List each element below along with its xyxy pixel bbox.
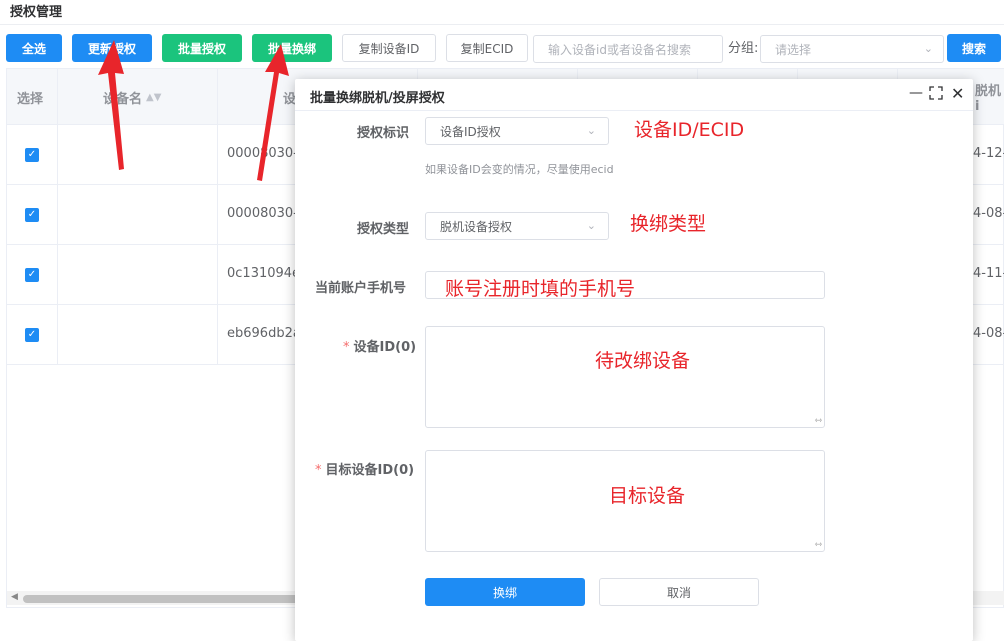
chevron-down-icon: ⌄ bbox=[923, 42, 933, 55]
target-ids-label: * 目标设备ID(0) bbox=[315, 459, 414, 478]
column-header-select: 选择 bbox=[17, 91, 44, 107]
phone-label: 当前账户手机号 bbox=[315, 281, 407, 296]
page-title: 授权管理 bbox=[10, 5, 63, 20]
scrollbar-thumb[interactable] bbox=[23, 595, 323, 603]
cancel-button[interactable]: 取消 bbox=[599, 578, 759, 606]
minimize-icon[interactable]: — bbox=[909, 85, 923, 101]
group-select-placeholder: 请选择 bbox=[775, 42, 812, 57]
device-ids-label: * 设备ID(0) bbox=[343, 336, 416, 355]
dialog-header: 批量换绑脱机/投屏授权 — ✕ bbox=[295, 79, 973, 111]
auth-id-hint: 如果设备ID会变的情况，尽量使用ecid bbox=[425, 163, 614, 176]
row-checkbox[interactable]: ✓ bbox=[25, 328, 39, 342]
auth-management-page: 授权管理 全选 更新授权 批量授权 批量换绑 复制设备ID 复制ECID 输入设… bbox=[0, 0, 1004, 641]
auth-type-annotation: 换绑类型 bbox=[630, 213, 707, 235]
column-header-device-name-label: 设备名 bbox=[103, 91, 143, 107]
batch-auth-button[interactable]: 批量授权 bbox=[162, 34, 242, 62]
title-divider bbox=[0, 24, 1004, 25]
row-checkbox[interactable]: ✓ bbox=[25, 268, 39, 282]
device-id-cell: 00008030- bbox=[227, 146, 297, 161]
group-select[interactable]: 请选择 ⌄ bbox=[760, 35, 944, 63]
phone-annotation: 账号注册时填的手机号 bbox=[445, 278, 636, 300]
auth-type-value: 脱机设备授权 bbox=[440, 219, 513, 234]
date-cell: 4-12- bbox=[973, 146, 1004, 161]
auth-type-select[interactable]: 脱机设备授权 ⌄ bbox=[425, 212, 609, 240]
device-ids-annotation: 待改绑设备 bbox=[595, 350, 691, 372]
auth-id-select[interactable]: 设备ID授权 ⌄ bbox=[425, 117, 609, 145]
column-header-device-name[interactable]: 设备名 ▲▼ bbox=[103, 69, 161, 125]
device-ids-label-text: 设备ID(0) bbox=[353, 340, 417, 355]
close-icon[interactable]: ✕ bbox=[951, 84, 964, 103]
copy-ecid-button[interactable]: 复制ECID bbox=[446, 34, 528, 62]
search-input[interactable]: 输入设备id或者设备名搜索 bbox=[533, 35, 723, 63]
device-id-cell: 0c131094e bbox=[227, 266, 297, 281]
device-id-cell: eb696db2a bbox=[227, 326, 297, 341]
target-ids-label-text: 目标设备ID(0) bbox=[325, 463, 415, 478]
auth-type-label: 授权类型 bbox=[357, 222, 410, 237]
scroll-left-icon[interactable]: ◀ bbox=[11, 592, 18, 602]
toolbar: 全选 更新授权 批量授权 批量换绑 复制设备ID 复制ECID 输入设备id或者… bbox=[0, 34, 1004, 64]
chevron-down-icon: ⌄ bbox=[586, 124, 596, 137]
row-checkbox[interactable]: ✓ bbox=[25, 148, 39, 162]
row-checkbox[interactable]: ✓ bbox=[25, 208, 39, 222]
device-id-cell: 00008030- bbox=[227, 206, 297, 221]
fullscreen-icon[interactable] bbox=[929, 86, 943, 104]
resize-handle-icon[interactable]: ⇿ bbox=[814, 540, 822, 550]
auth-id-label: 授权标识 bbox=[357, 126, 410, 141]
update-auth-button[interactable]: 更新授权 bbox=[72, 34, 152, 62]
rebind-confirm-button[interactable]: 换绑 bbox=[425, 578, 585, 606]
date-cell: 4-08- bbox=[973, 326, 1004, 341]
select-all-button[interactable]: 全选 bbox=[6, 34, 62, 62]
required-mark: * bbox=[315, 463, 322, 478]
target-ids-annotation: 目标设备 bbox=[609, 485, 686, 507]
chevron-down-icon: ⌄ bbox=[586, 219, 596, 232]
auth-id-annotation: 设备ID/ECID bbox=[634, 119, 745, 141]
resize-handle-icon[interactable]: ⇿ bbox=[814, 416, 822, 426]
dialog-title: 批量换绑脱机/投屏授权 bbox=[310, 91, 445, 106]
copy-device-id-button[interactable]: 复制设备ID bbox=[342, 34, 436, 62]
device-ids-textarea[interactable]: ⇿ bbox=[425, 326, 825, 428]
required-mark: * bbox=[343, 340, 350, 355]
sort-icon[interactable]: ▲▼ bbox=[146, 92, 161, 103]
date-cell: 4-08- bbox=[973, 206, 1004, 221]
auth-id-value: 设备ID授权 bbox=[440, 124, 501, 139]
column-header-offline: 脱机i bbox=[975, 84, 1002, 114]
batch-rebind-dialog: 批量换绑脱机/投屏授权 — ✕ 授权标识 设备ID授权 ⌄ 设备ID/ECID … bbox=[295, 79, 973, 641]
group-label: 分组: bbox=[728, 41, 759, 56]
date-cell: 4-11- bbox=[973, 266, 1004, 281]
search-button[interactable]: 搜索 bbox=[947, 34, 1001, 62]
batch-rebind-button[interactable]: 批量换绑 bbox=[252, 34, 332, 62]
